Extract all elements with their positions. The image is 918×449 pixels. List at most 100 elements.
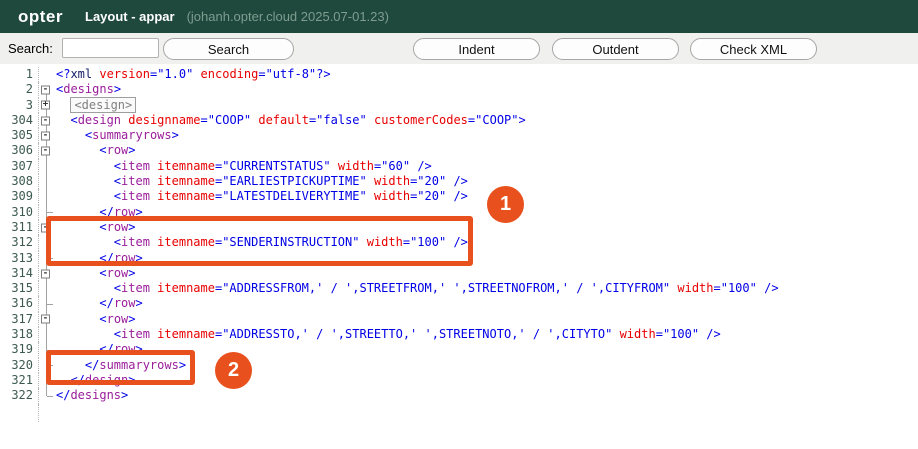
- code-line[interactable]: 1 <?xml version="1.0" encoding="utf-8"?>: [0, 67, 918, 82]
- code-line[interactable]: 311- <row>: [0, 220, 918, 235]
- outdent-button[interactable]: Outdent: [552, 38, 679, 60]
- collapse-node-icon[interactable]: -: [41, 147, 50, 156]
- gutter-filler: [0, 404, 918, 422]
- fold-gutter: [39, 373, 55, 388]
- fold-gutter: -: [39, 128, 55, 143]
- fold-gutter: [39, 159, 55, 174]
- fold-gutter: [39, 235, 55, 250]
- code-line[interactable]: 312 <item itemname="SENDERINSTRUCTION" w…: [0, 235, 918, 250]
- code-text[interactable]: <design>: [56, 98, 136, 113]
- code-text[interactable]: <designs>: [56, 82, 121, 97]
- search-input[interactable]: [62, 38, 159, 58]
- code-text[interactable]: </row>: [56, 296, 143, 311]
- code-line[interactable]: 322 </designs>: [0, 388, 918, 403]
- line-number: 314: [0, 266, 39, 281]
- fold-gutter: [39, 388, 55, 403]
- code-line[interactable]: 314- <row>: [0, 266, 918, 281]
- code-line[interactable]: 313 </row>: [0, 251, 918, 266]
- code-text[interactable]: </row>: [56, 205, 143, 220]
- fold-gutter: +: [39, 98, 55, 113]
- fold-gutter: [39, 358, 55, 373]
- line-number: 317: [0, 312, 39, 327]
- indent-button[interactable]: Indent: [413, 38, 540, 60]
- annotation-badge-1: 1: [487, 186, 524, 223]
- code-line[interactable]: 316 </row>: [0, 296, 918, 311]
- code-line[interactable]: 308 <item itemname="EARLIESTPICKUPTIME" …: [0, 174, 918, 189]
- code-line[interactable]: 315 <item itemname="ADDRESSFROM,' / ',ST…: [0, 281, 918, 296]
- code-line[interactable]: 306- <row>: [0, 143, 918, 158]
- code-text[interactable]: <summaryrows>: [56, 128, 179, 143]
- line-number: 2: [0, 82, 39, 97]
- collapse-node-icon[interactable]: -: [41, 116, 50, 125]
- line-number: 321: [0, 373, 39, 388]
- code-line[interactable]: 2-<designs>: [0, 82, 918, 97]
- xml-editor[interactable]: 1<?xml version="1.0" encoding="utf-8"?>2…: [0, 64, 918, 449]
- code-text[interactable]: </design>: [56, 373, 136, 388]
- fold-gutter: [39, 189, 55, 204]
- code-line[interactable]: 307 <item itemname="CURRENTSTATUS" width…: [0, 159, 918, 174]
- line-number: 1: [0, 67, 39, 82]
- code-text[interactable]: <item itemname="ADDRESSFROM,' / ',STREET…: [56, 281, 779, 296]
- code-text[interactable]: </designs>: [56, 388, 128, 403]
- fold-gutter: -: [39, 82, 55, 97]
- code-text[interactable]: <?xml version="1.0" encoding="utf-8"?>: [56, 67, 331, 82]
- line-number: 320: [0, 358, 39, 373]
- line-number: 311: [0, 220, 39, 235]
- collapse-node-icon[interactable]: -: [41, 131, 50, 140]
- code-text[interactable]: <design designname="COOP" default="false…: [56, 113, 526, 128]
- line-number: 305: [0, 128, 39, 143]
- code-text[interactable]: <item itemname="ADDRESSTO,' / ',STREETTO…: [56, 327, 721, 342]
- collapse-node-icon[interactable]: -: [41, 223, 50, 232]
- code-line[interactable]: 304- <design designname="COOP" default="…: [0, 113, 918, 128]
- code-text[interactable]: <row>: [56, 143, 136, 158]
- expand-node-icon[interactable]: +: [41, 101, 50, 110]
- collapse-node-icon[interactable]: -: [41, 85, 50, 94]
- code-text[interactable]: <row>: [56, 266, 136, 281]
- fold-gutter: [39, 296, 55, 311]
- line-number: 309: [0, 189, 39, 204]
- code-line[interactable]: 310 </row>: [0, 205, 918, 220]
- line-number: 306: [0, 143, 39, 158]
- code-text[interactable]: <item itemname="EARLIESTPICKUPTIME" widt…: [56, 174, 468, 189]
- opter-logo: opter: [18, 7, 63, 27]
- code-line[interactable]: 305- <summaryrows>: [0, 128, 918, 143]
- code-line[interactable]: 317- <row>: [0, 312, 918, 327]
- code-text[interactable]: <item itemname="CURRENTSTATUS" width="60…: [56, 159, 432, 174]
- collapsed-node[interactable]: <design>: [70, 97, 136, 113]
- code-text[interactable]: <item itemname="LATESTDELIVERYTIME" widt…: [56, 189, 468, 204]
- collapse-node-icon[interactable]: -: [41, 269, 50, 278]
- line-number: 315: [0, 281, 39, 296]
- code-line[interactable]: 318 <item itemname="ADDRESSTO,' / ',STRE…: [0, 327, 918, 342]
- fold-gutter: [39, 67, 55, 82]
- code-line[interactable]: 309 <item itemname="LATESTDELIVERYTIME" …: [0, 189, 918, 204]
- fold-gutter: -: [39, 143, 55, 158]
- search-button[interactable]: Search: [163, 38, 294, 60]
- server-version-label: (johanh.opter.cloud 2025.07-01.23): [187, 9, 389, 24]
- annotation-badge-2-number: 2: [228, 359, 239, 382]
- line-number: 312: [0, 235, 39, 250]
- code-text[interactable]: <item itemname="SENDERINSTRUCTION" width…: [56, 235, 468, 250]
- code-text[interactable]: </row>: [56, 251, 143, 266]
- code-line[interactable]: 3+ <design>: [0, 98, 918, 113]
- code-line[interactable]: 319 </row>: [0, 342, 918, 357]
- line-number: 307: [0, 159, 39, 174]
- line-number: 304: [0, 113, 39, 128]
- code-text[interactable]: <row>: [56, 312, 136, 327]
- check-xml-button[interactable]: Check XML: [690, 38, 817, 60]
- code-text[interactable]: </summaryrows>: [56, 358, 186, 373]
- fold-gutter: -: [39, 312, 55, 327]
- fold-gutter: [39, 327, 55, 342]
- code-line[interactable]: 320 </summaryrows>: [0, 358, 918, 373]
- fold-gutter: -: [39, 266, 55, 281]
- search-label: Search:: [8, 41, 53, 56]
- line-number: 319: [0, 342, 39, 357]
- collapse-node-icon[interactable]: -: [41, 315, 50, 324]
- code-text[interactable]: <row>: [56, 220, 136, 235]
- line-number: 318: [0, 327, 39, 342]
- fold-gutter: [39, 281, 55, 296]
- code-text[interactable]: </row>: [56, 342, 143, 357]
- fold-gutter: [39, 205, 55, 220]
- code-line[interactable]: 321 </design>: [0, 373, 918, 388]
- line-number: 322: [0, 388, 39, 403]
- annotation-badge-2: 2: [215, 352, 252, 389]
